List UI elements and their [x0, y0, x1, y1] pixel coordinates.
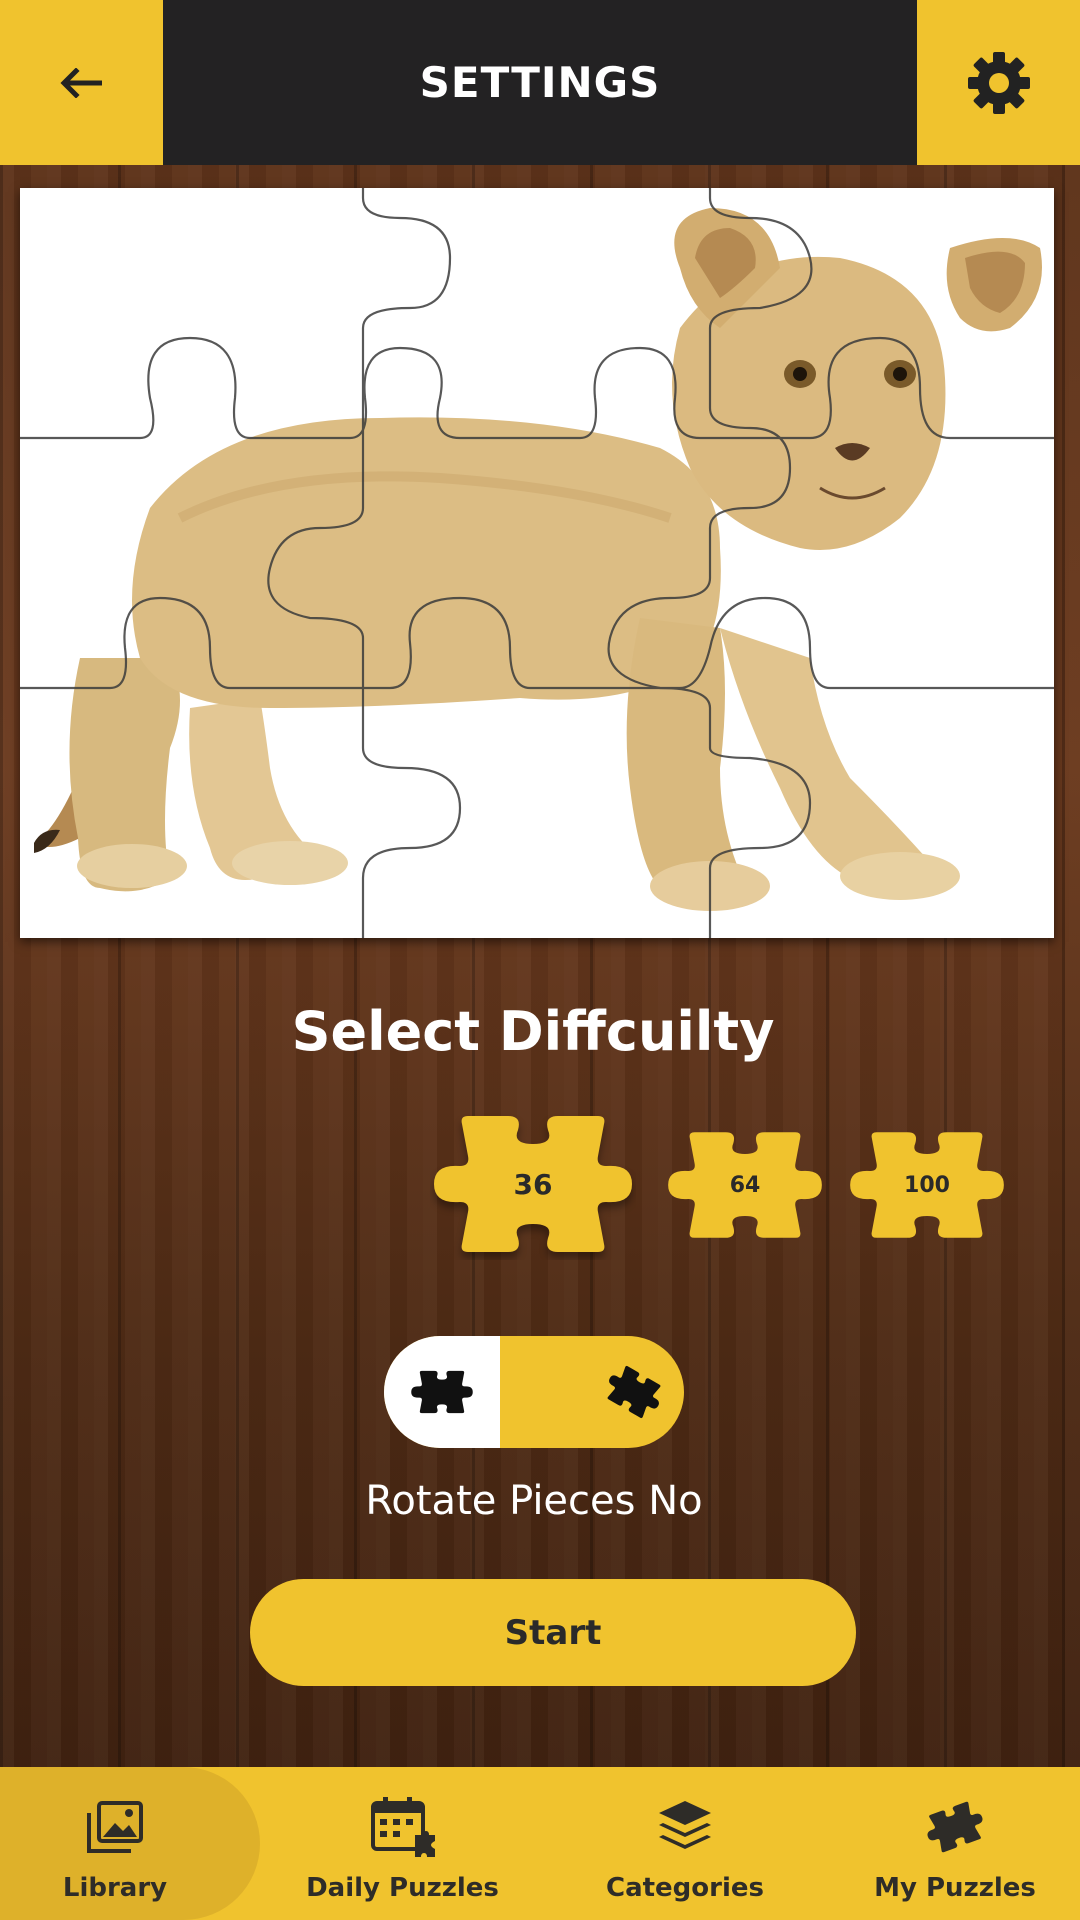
gear-icon	[967, 51, 1030, 114]
page-title: SETTINGS	[419, 58, 661, 107]
rotated-puzzle-piece-icon	[607, 1365, 661, 1419]
nav-label: Categories	[605, 1873, 764, 1903]
puzzle-piece-icon	[925, 1791, 985, 1863]
difficulty-option-64[interactable]: 64	[664, 1126, 826, 1244]
difficulty-option-label: 36	[513, 1167, 553, 1201]
nav-item-library[interactable]: Library	[30, 1767, 200, 1920]
start-button[interactable]: Start	[250, 1579, 856, 1686]
rotate-pieces-toggle[interactable]	[384, 1336, 684, 1448]
calendar-puzzle-icon	[369, 1791, 437, 1863]
difficulty-heading: Select Diffcuilty	[291, 1000, 775, 1063]
difficulty-option-100[interactable]: 100	[846, 1126, 1008, 1244]
top-bar: SETTINGS	[0, 0, 1080, 165]
nav-item-daily-puzzles[interactable]: Daily Puzzles	[300, 1767, 505, 1920]
rotate-pieces-label: Rotate Pieces No	[365, 1478, 703, 1524]
back-button[interactable]	[0, 0, 163, 165]
difficulty-option-label: 100	[904, 1172, 950, 1198]
bottom-navigation: Library Daily Puzzles Categories My Puzz…	[0, 1767, 1080, 1920]
title-bar: SETTINGS	[163, 0, 917, 165]
lion-cub-image	[20, 188, 1054, 938]
puzzle-preview	[20, 188, 1054, 938]
arrow-left-icon	[59, 67, 102, 98]
nav-item-categories[interactable]: Categories	[595, 1767, 775, 1920]
difficulty-option-label: 64	[729, 1172, 761, 1198]
nav-label: My Puzzles	[874, 1873, 1036, 1903]
nav-label: Daily Puzzles	[306, 1873, 499, 1903]
settings-button[interactable]	[917, 0, 1080, 165]
toggle-knob[interactable]	[384, 1336, 500, 1448]
difficulty-option-36[interactable]: 36	[430, 1108, 636, 1260]
puzzle-piece-icon	[411, 1370, 473, 1414]
nav-label: Library	[62, 1873, 168, 1903]
layers-icon	[655, 1791, 715, 1863]
nav-item-my-puzzles[interactable]: My Puzzles	[865, 1767, 1045, 1920]
rotated-piece-slot	[584, 1336, 684, 1448]
gallery-icon	[85, 1791, 145, 1863]
